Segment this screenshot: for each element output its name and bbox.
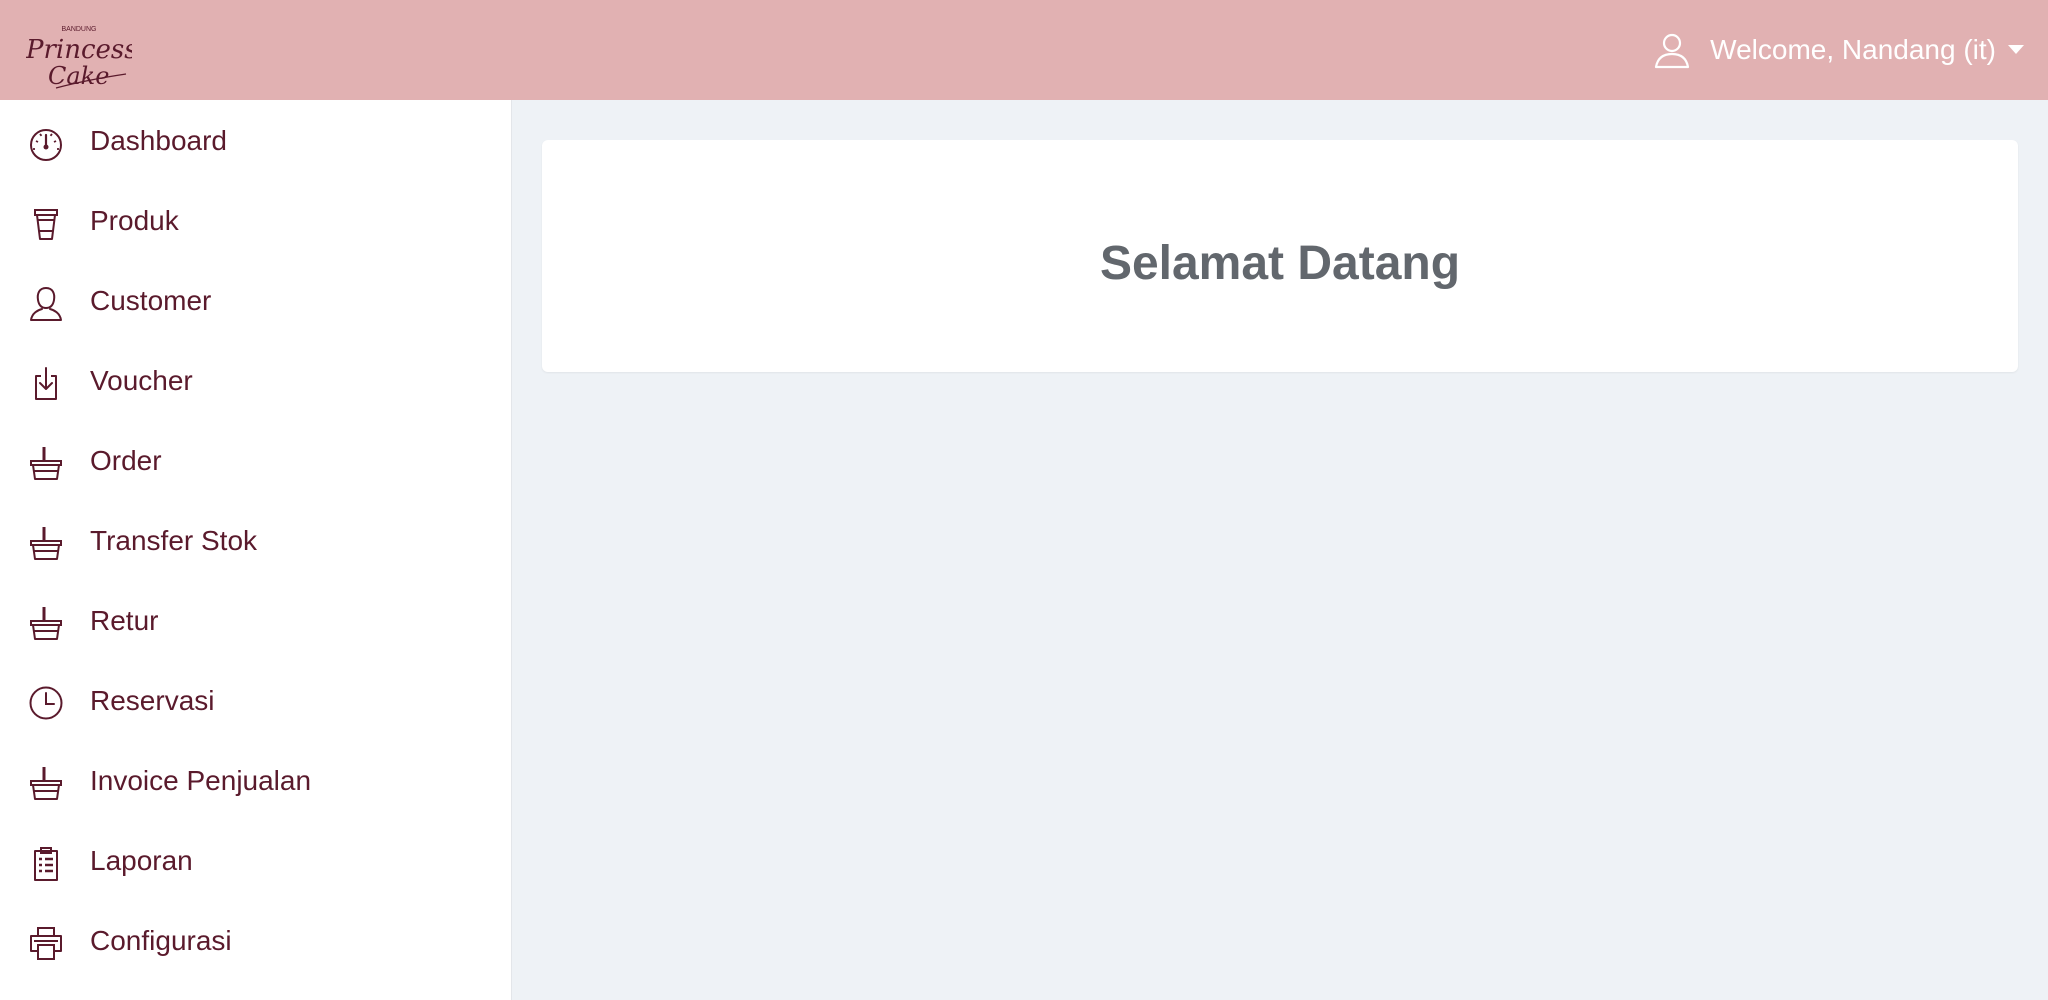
- sidebar-item-order[interactable]: Order: [0, 420, 511, 500]
- svg-text:BANDUNG: BANDUNG: [61, 26, 96, 33]
- caret-down-icon: [2008, 45, 2024, 54]
- cup-icon: [34, 209, 58, 240]
- svg-text:Cake: Cake: [48, 62, 109, 90]
- download-box-icon: [35, 367, 57, 400]
- sidebar-item-label: Dashboard: [90, 125, 227, 156]
- basket-icon: [30, 527, 62, 560]
- sidebar-item-invoice-penjualan[interactable]: Invoice Penjualan: [0, 740, 511, 820]
- user-icon: [1655, 33, 1690, 69]
- princess-cake-logo[interactable]: BANDUNG Princess Cake: [26, 22, 132, 92]
- sidebar-item-produk[interactable]: Produk: [0, 180, 511, 260]
- basket-icon: [30, 607, 62, 640]
- sidebar-item-voucher[interactable]: Voucher: [0, 340, 511, 420]
- sidebar-nav: Dashboard Produk Customer Voucher Order: [0, 100, 512, 1000]
- clipboard-list-icon: [34, 847, 58, 881]
- sidebar-item-configurasi[interactable]: Configurasi: [0, 900, 511, 980]
- sidebar-item-label: Invoice Penjualan: [90, 765, 312, 796]
- basket-icon: [30, 767, 62, 800]
- sidebar-item-retur[interactable]: Retur: [0, 580, 511, 660]
- page-title: Selamat Datang: [1099, 237, 1461, 290]
- printer-icon: [30, 927, 62, 960]
- welcome-card: Selamat Datang: [542, 140, 2018, 372]
- sidebar-item-label: Customer: [90, 285, 212, 316]
- sidebar-item-label: Laporan: [90, 845, 193, 876]
- sidebar-item-label: Order: [90, 445, 162, 476]
- svg-text:Princess: Princess: [26, 35, 132, 65]
- sidebar-item-transfer-stok[interactable]: Transfer Stok: [0, 500, 511, 580]
- sidebar-item-label: Retur: [90, 605, 159, 636]
- user-menu-dropdown[interactable]: Welcome, Nandang (it): [1652, 28, 2024, 72]
- person-icon: [30, 286, 62, 321]
- basket-icon: [30, 447, 62, 480]
- clock-icon: [29, 686, 63, 720]
- sidebar-item-label: Produk: [90, 205, 179, 236]
- sidebar-item-reservasi[interactable]: Reservasi: [0, 660, 511, 740]
- dashboard-gauge-icon: [30, 129, 62, 161]
- top-header: BANDUNG Princess Cake Welcome, Nandang (…: [0, 0, 2048, 100]
- sidebar-item-label: Transfer Stok: [90, 525, 258, 556]
- sidebar-item-customer[interactable]: Customer: [0, 260, 511, 340]
- sidebar-item-label: Voucher: [90, 365, 193, 396]
- sidebar-item-label: Configurasi: [90, 925, 232, 956]
- welcome-user-text: Welcome, Nandang (it): [1710, 34, 1996, 65]
- sidebar-item-label: Reservasi: [90, 685, 215, 716]
- sidebar-item-dashboard[interactable]: Dashboard: [0, 100, 511, 180]
- main-content: Selamat Datang: [512, 100, 2048, 1000]
- sidebar-item-laporan[interactable]: Laporan: [0, 820, 511, 900]
